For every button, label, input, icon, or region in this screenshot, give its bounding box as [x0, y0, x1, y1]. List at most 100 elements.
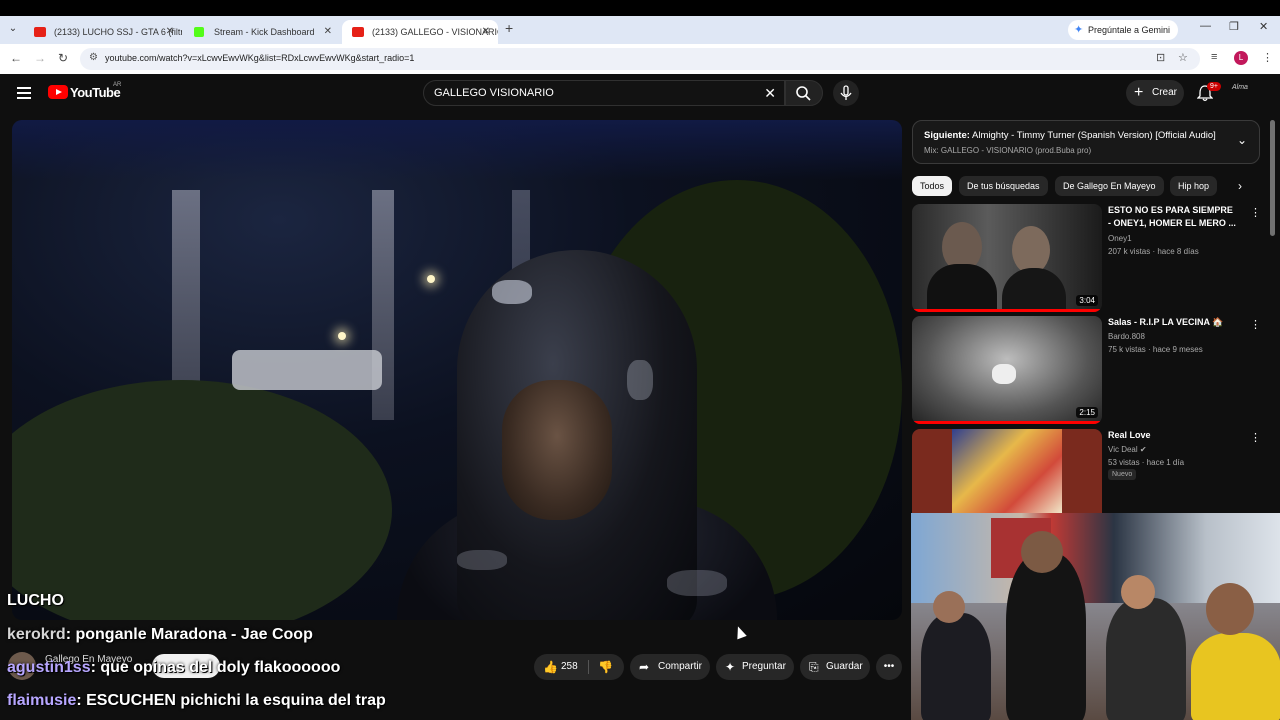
dislike-icon[interactable]: 👎 — [598, 654, 613, 680]
media-controls-icon[interactable]: ≡ — [1211, 51, 1217, 63]
mix-label: Mix: GALLEGO - VISIONARIO (prod.Buba pro… — [924, 146, 1092, 155]
video-thumbnail[interactable]: 3:04 — [912, 204, 1102, 312]
new-tab-button[interactable]: + — [505, 20, 513, 36]
browser-tab-gallego[interactable]: (2133) GALLEGO - VISIONARIO ✕ — [342, 20, 498, 44]
chat-overlay-line: flaimusie: ESCUCHEN pichichi la esquina … — [7, 692, 386, 710]
site-info-icon[interactable]: ⚙ — [89, 52, 98, 63]
chevron-right-icon[interactable]: › — [1238, 179, 1242, 193]
video-stats: 207 k vistas · hace 8 días — [1108, 247, 1199, 256]
gemini-button[interactable]: ✦ Pregúntale a Gemini — [1068, 20, 1179, 40]
account-avatar[interactable]: Alma — [1232, 84, 1252, 100]
tab-label: Stream - Kick Dashboard — [214, 27, 315, 37]
webcam-person — [921, 613, 991, 720]
close-tab-icon[interactable]: ✕ — [324, 20, 332, 44]
filter-chips: Todos De tus búsquedas De Gallego En May… — [912, 176, 1262, 198]
more-horizontal-icon: ••• — [883, 661, 895, 672]
youtube-icon — [34, 27, 46, 37]
chat-overlay-line: kerokrd: ponganle Maradona - Jae Coop — [7, 626, 313, 644]
profile-avatar[interactable]: L — [1234, 51, 1248, 65]
recommendation-item[interactable]: 2:15 Salas - R.I.P LA VECINA 🏠 Bardo.808… — [912, 316, 1262, 424]
video-title[interactable]: Real Love — [1108, 429, 1238, 442]
video-scene-light — [338, 332, 346, 340]
video-duration: 3:04 — [1076, 295, 1098, 306]
verified-icon: ✔ — [1139, 445, 1147, 454]
chat-overlay-line: LUCHO — [7, 592, 64, 610]
back-icon[interactable]: ← — [10, 51, 22, 65]
search-icon — [796, 86, 811, 101]
sidebar-scrollbar[interactable] — [1270, 120, 1275, 236]
video-duration: 2:15 — [1076, 407, 1098, 418]
chat-overlay-line: agustin1ss: que opinas del doly flakoooo… — [7, 659, 340, 677]
webcam-person — [1191, 633, 1280, 720]
create-label: Crear — [1152, 87, 1178, 98]
video-title[interactable]: Salas - R.I.P LA VECINA 🏠 — [1108, 316, 1238, 329]
notifications-badge: 9+ — [1207, 82, 1221, 91]
chevron-down-icon[interactable]: ⌄ — [1237, 133, 1247, 147]
bookmark-star-icon[interactable]: ☆ — [1178, 51, 1188, 64]
browser-tab-lucho[interactable]: (2133) LUCHO SSJ - GTA 6 (filtr ✕ — [24, 20, 182, 44]
video-thumbnail[interactable]: 2:15 — [912, 316, 1102, 424]
save-button[interactable]: ⎘ Guardar — [800, 654, 870, 680]
clear-search-icon[interactable]: ✕ — [764, 85, 776, 102]
bookmark-icon: ⎘ — [809, 660, 819, 674]
chat-username: kerokrd — [7, 626, 66, 643]
install-app-icon[interactable]: ⊡ — [1156, 51, 1165, 64]
webcam-person — [1006, 553, 1086, 720]
youtube-logo-icon[interactable] — [48, 85, 68, 99]
tab-label: (2133) GALLEGO - VISIONARIO — [372, 27, 498, 37]
close-tab-icon[interactable]: ✕ — [482, 20, 490, 44]
voice-search-button[interactable] — [833, 80, 859, 106]
tab-search-chevron-icon[interactable]: ⌄ — [6, 22, 20, 36]
chip-de-gallego[interactable]: De Gallego En Mayeyo — [1055, 176, 1164, 196]
chat-text: : ponganle Maradona - Jae Coop — [65, 626, 313, 643]
like-dislike-group: 👍 258 👎 — [534, 654, 624, 680]
chip-de-tus-busquedas[interactable]: De tus búsquedas — [959, 176, 1048, 196]
sparkle-icon: ✦ — [725, 660, 736, 674]
forward-icon[interactable]: → — [34, 51, 46, 65]
gemini-label: Pregúntale a Gemini — [1088, 25, 1171, 35]
mouse-cursor-icon — [733, 624, 747, 640]
restore-icon[interactable]: ❐ — [1229, 20, 1239, 33]
search-input[interactable]: GALLEGO VISIONARIO ✕ — [423, 80, 785, 106]
reload-icon[interactable]: ↻ — [58, 51, 68, 65]
more-actions-button[interactable]: ••• — [876, 654, 902, 680]
save-label: Guardar — [826, 661, 863, 672]
address-bar[interactable]: ⚙ youtube.com/watch?v=xLcwvEwvWKg&list=R… — [80, 48, 1200, 70]
webcam-person — [1106, 598, 1186, 720]
ask-button[interactable]: ✦ Preguntar — [716, 654, 794, 680]
like-count[interactable]: 258 — [561, 654, 578, 680]
more-vertical-icon[interactable]: ⋮ — [1250, 431, 1261, 444]
browser-toolbar: ← → ↻ ⚙ youtube.com/watch?v=xLcwvEwvWKg&… — [0, 44, 1280, 74]
more-vertical-icon[interactable]: ⋮ — [1250, 318, 1261, 331]
close-window-icon[interactable]: ✕ — [1259, 20, 1268, 33]
microphone-icon — [840, 85, 852, 100]
search-button[interactable] — [785, 80, 823, 106]
share-icon: ➦ — [639, 660, 650, 674]
gemini-icon: ✦ — [1074, 24, 1084, 36]
country-code: AR — [113, 82, 122, 88]
chip-hip-hop[interactable]: Hip hop — [1170, 176, 1218, 196]
minimize-icon[interactable]: — — [1200, 20, 1211, 32]
browser-tab-kick[interactable]: Stream - Kick Dashboard ✕ — [184, 20, 340, 44]
share-button[interactable]: ➦ Compartir — [630, 654, 710, 680]
menu-icon[interactable] — [17, 87, 31, 99]
video-title[interactable]: ESTO NO ES PARA SIEMPRE - ONEY1, HOMER E… — [1108, 204, 1238, 230]
video-scene-person — [397, 250, 777, 620]
like-icon[interactable]: 👍 — [543, 654, 558, 680]
video-scene-bushes — [12, 380, 392, 620]
browser-menu-icon[interactable]: ⋮ — [1262, 51, 1273, 64]
up-next-panel[interactable]: Siguiente: Almighty - Timmy Turner (Span… — [912, 120, 1260, 164]
recommendation-item[interactable]: 3:04 ESTO NO ES PARA SIEMPRE - ONEY1, HO… — [912, 204, 1262, 312]
chat-username: flaimusie — [7, 692, 77, 709]
channel-name[interactable]: Bardo.808 — [1108, 332, 1145, 341]
youtube-icon — [352, 27, 364, 37]
video-player[interactable] — [12, 120, 902, 620]
channel-name[interactable]: Vic Deal ✔ — [1108, 445, 1147, 454]
channel-name[interactable]: Oney1 — [1108, 234, 1132, 243]
create-button[interactable]: + Crear — [1126, 80, 1184, 106]
up-next-title: Almighty - Timmy Turner (Spanish Version… — [972, 130, 1216, 141]
share-label: Compartir — [658, 661, 702, 672]
more-vertical-icon[interactable]: ⋮ — [1250, 206, 1261, 219]
close-tab-icon[interactable]: ✕ — [166, 20, 174, 44]
chip-todos[interactable]: Todos — [912, 176, 953, 196]
